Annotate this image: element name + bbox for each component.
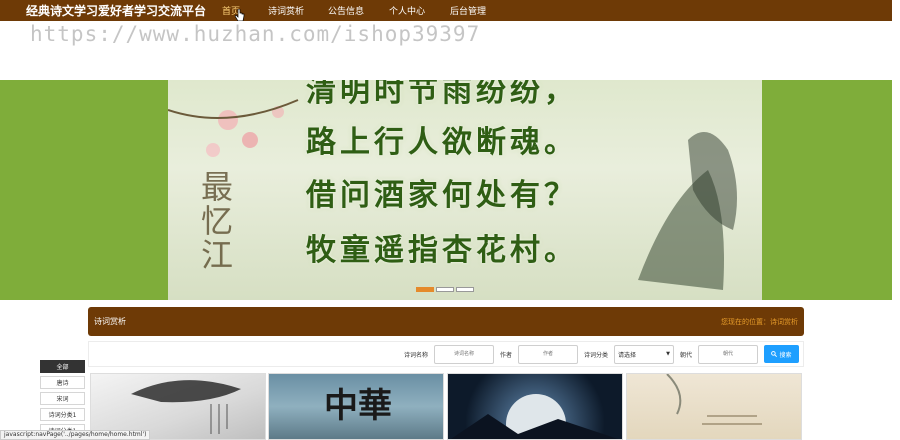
nav-admin[interactable]: 后台管理 [450, 4, 486, 17]
breadcrumb-prefix: 您现在的位置： [721, 317, 770, 326]
poem-card-2[interactable]: 中華 [268, 373, 444, 440]
poem-card-2-title: 中華 [324, 386, 392, 426]
search-button-label: 搜索 [779, 351, 792, 359]
category-select[interactable]: 请选择 ▼ [613, 344, 674, 364]
nav-announcements[interactable]: 公告信息 [328, 4, 389, 17]
breadcrumb-current[interactable]: 诗词赏析 [770, 318, 798, 326]
site-title: 经典诗文学习爱好者学习交流平台 [26, 4, 207, 18]
poem-card-4-image [666, 374, 762, 425]
category-select-value: 请选择 [617, 351, 636, 359]
banner-slide-image: 最忆江 清明时节雨纷纷， 路上行人欲断魂。 借问酒家何处有？ 牧童遥指杏花村。 [168, 80, 762, 300]
search-form: 诗词名称 作者 诗词分类 请选择 ▼ 朝代 搜索 [88, 341, 804, 367]
carousel-dot-3[interactable] [456, 287, 474, 292]
search-button[interactable]: 搜索 [764, 345, 799, 363]
category-item-song[interactable]: 宋词 [40, 392, 85, 405]
watermark-text: https://www.huzhan.com/ishop39397 [30, 22, 481, 46]
browser-status-bar: javascript:navPage('../pages/home/home.h… [0, 430, 151, 440]
category-item-custom-1[interactable]: 诗词分类1 [40, 408, 85, 421]
breadcrumb: 您现在的位置：诗词赏析 [721, 317, 798, 327]
poem-card-4[interactable] [626, 373, 802, 440]
top-nav-bar: 经典诗文学习爱好者学习交流平台 首页 诗词赏析 公告信息 个人中心 后台管理 [0, 0, 892, 21]
search-icon [771, 351, 778, 357]
category-item-all[interactable]: 全部 [40, 360, 85, 373]
mouse-cursor-icon [235, 9, 245, 21]
banner-side-calligraphy: 最忆江 [196, 170, 234, 272]
page: 经典诗文学习爱好者学习交流平台 首页 诗词赏析 公告信息 个人中心 后台管理 h… [0, 0, 900, 440]
category-item-tang[interactable]: 唐诗 [40, 376, 85, 389]
banner-poem-line-3: 借问酒家何处有？ [306, 178, 578, 213]
banner-poem-line-4: 牧童遥指杏花村。 [306, 233, 578, 268]
section-title: 诗词赏析 [94, 317, 126, 326]
author-input[interactable] [517, 344, 578, 364]
chevron-down-icon: ▼ [666, 351, 670, 357]
poem-card-3-image [450, 394, 618, 439]
nav-home[interactable]: 首页 [222, 4, 268, 17]
carousel-dot-2[interactable] [436, 287, 454, 292]
banner-poem-line-1: 清明时节雨纷纷， [306, 80, 578, 109]
main-nav: 首页 诗词赏析 公告信息 个人中心 后台管理 [222, 4, 486, 17]
nav-poetry-appreciation[interactable]: 诗词赏析 [268, 4, 328, 17]
carousel-indicators [416, 287, 474, 292]
name-label: 诗词名称 [403, 351, 428, 359]
dynasty-label: 朝代 [679, 351, 692, 359]
dynasty-input[interactable] [698, 344, 758, 364]
poem-name-input[interactable] [433, 344, 494, 364]
category-label: 诗词分类 [583, 351, 608, 359]
category-list: 全部 唐诗 宋词 诗词分类1 诗词分类1 [40, 360, 85, 440]
poem-card-3[interactable] [447, 373, 623, 440]
banner-poem-line-2: 路上行人欲断魂。 [306, 125, 578, 160]
hero-banner: 最忆江 清明时节雨纷纷， 路上行人欲断魂。 借问酒家何处有？ 牧童遥指杏花村。 [0, 80, 892, 300]
nav-personal-center[interactable]: 个人中心 [389, 4, 450, 17]
section-header: 诗词赏析 您现在的位置：诗词赏析 [88, 307, 804, 336]
author-label: 作者 [499, 351, 512, 359]
carousel-dot-1[interactable] [416, 287, 434, 292]
